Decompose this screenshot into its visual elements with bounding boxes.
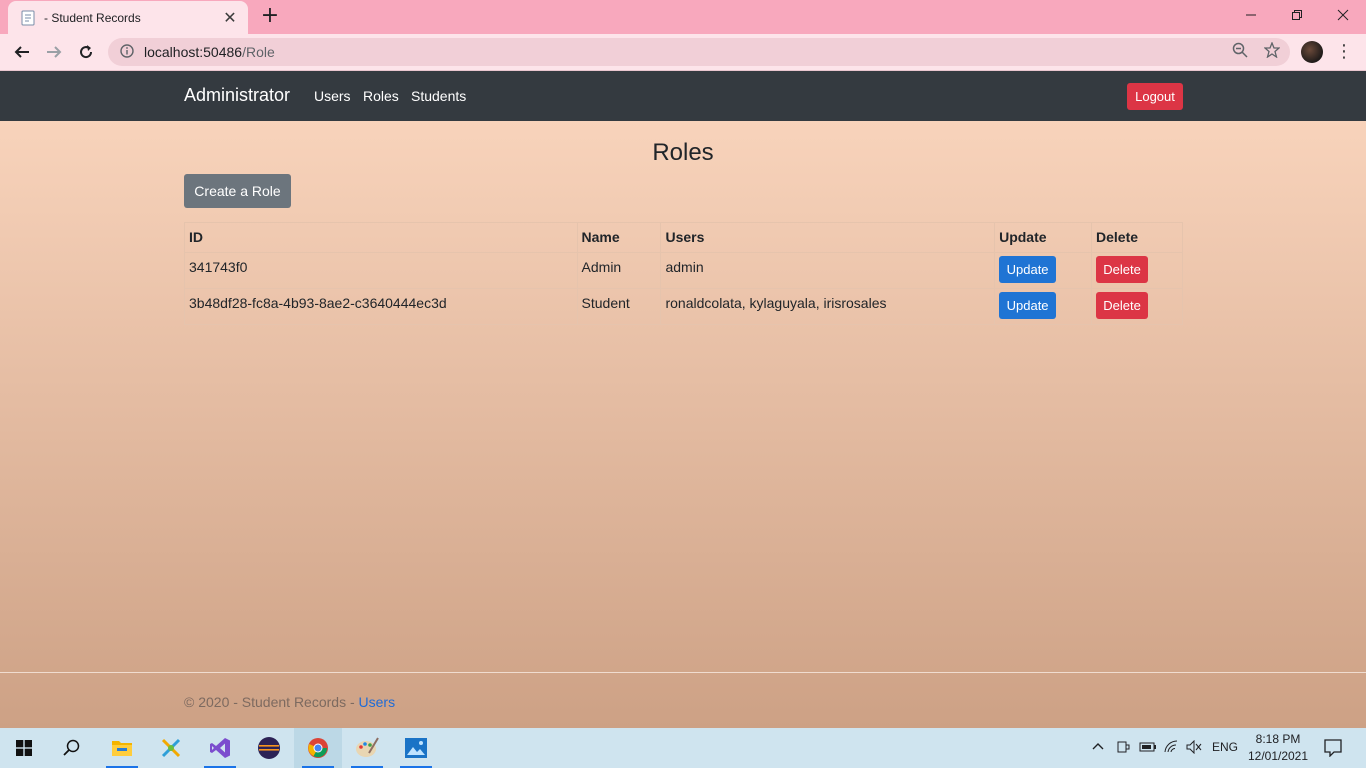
cell-delete: Delete bbox=[1091, 288, 1183, 325]
browser-tab-strip: - Student Records ✕ + bbox=[0, 0, 1366, 34]
back-arrow-icon[interactable] bbox=[8, 38, 36, 66]
device-icon[interactable] bbox=[1116, 740, 1130, 757]
visual-studio-icon[interactable] bbox=[196, 728, 244, 768]
footer: © 2020 - Student Records - Users bbox=[184, 694, 395, 710]
url-host: localhost:50486 bbox=[144, 44, 243, 60]
main-content: Roles Create a Role ID Name Users Update… bbox=[0, 121, 1366, 728]
close-window-icon[interactable] bbox=[1320, 0, 1366, 30]
update-button[interactable]: Update bbox=[999, 292, 1057, 319]
profile-avatar[interactable] bbox=[1301, 41, 1323, 63]
footer-divider bbox=[0, 672, 1366, 673]
bookmark-star-icon[interactable] bbox=[1262, 40, 1282, 60]
windows-taskbar: ENG 8:18 PM 12/01/2021 bbox=[0, 728, 1366, 768]
battery-icon[interactable] bbox=[1139, 740, 1157, 757]
restore-icon[interactable] bbox=[1274, 0, 1320, 30]
cell-delete: Delete bbox=[1091, 252, 1183, 289]
footer-text: © 2020 - Student Records - bbox=[184, 694, 359, 710]
browser-tab[interactable]: - Student Records ✕ bbox=[8, 1, 248, 34]
url-text[interactable]: localhost:50486/Role bbox=[144, 44, 275, 60]
column-header-delete: Delete bbox=[1091, 222, 1183, 253]
table-row: 341743f0 Admin admin Update Delete bbox=[184, 252, 1183, 289]
nav-link-users[interactable]: Users bbox=[314, 88, 351, 104]
cell-id: 3b48df28-fc8a-4b93-8ae2-c3640444ec3d bbox=[184, 288, 578, 325]
navbar-brand[interactable]: Administrator bbox=[184, 85, 290, 106]
reload-icon[interactable] bbox=[72, 38, 100, 66]
minimize-icon[interactable] bbox=[1228, 0, 1274, 30]
cell-name: Student bbox=[576, 288, 662, 325]
volume-muted-icon[interactable] bbox=[1186, 739, 1202, 757]
delete-button[interactable]: Delete bbox=[1096, 256, 1149, 283]
language-indicator[interactable]: ENG bbox=[1212, 740, 1238, 754]
zoom-icon[interactable] bbox=[1230, 40, 1250, 60]
page-icon bbox=[20, 10, 36, 26]
column-header-users: Users bbox=[660, 222, 996, 253]
cell-update: Update bbox=[994, 252, 1093, 289]
roles-table: ID Name Users Update Delete 341743f0 Adm… bbox=[184, 222, 1183, 325]
cell-id: 341743f0 bbox=[184, 252, 578, 289]
clock-date: 12/01/2021 bbox=[1247, 749, 1309, 763]
new-tab-icon[interactable]: + bbox=[258, 4, 282, 28]
photos-icon[interactable] bbox=[392, 728, 440, 768]
paint-icon[interactable] bbox=[343, 728, 391, 768]
cell-users: ronaldcolata, kylaguyala, irisrosales bbox=[660, 288, 996, 325]
browser-menu-icon[interactable]: ⋮ bbox=[1335, 42, 1353, 62]
tools-app-icon[interactable] bbox=[147, 728, 195, 768]
address-bar[interactable]: localhost:50486/Role bbox=[108, 38, 1290, 66]
tab-title: - Student Records bbox=[44, 10, 141, 25]
wifi-icon[interactable] bbox=[1164, 740, 1180, 757]
browser-toolbar: localhost:50486/Role bbox=[0, 34, 1366, 71]
url-path: /Role bbox=[242, 44, 275, 60]
info-icon[interactable] bbox=[120, 43, 134, 62]
table-row: 3b48df28-fc8a-4b93-8ae2-c3640444ec3d Stu… bbox=[184, 288, 1183, 325]
cell-name: Admin bbox=[576, 252, 662, 289]
create-role-button[interactable]: Create a Role bbox=[184, 174, 291, 208]
show-hidden-icons[interactable] bbox=[1092, 740, 1104, 755]
table-header-row: ID Name Users Update Delete bbox=[184, 222, 1183, 253]
chrome-icon[interactable] bbox=[294, 728, 342, 768]
cell-update: Update bbox=[994, 288, 1093, 325]
column-header-id: ID bbox=[184, 222, 578, 253]
notifications-icon[interactable] bbox=[1324, 739, 1342, 760]
logout-button[interactable]: Logout bbox=[1127, 83, 1183, 110]
page-title: Roles bbox=[652, 139, 714, 166]
eclipse-icon[interactable] bbox=[245, 728, 293, 768]
windows-start-icon[interactable] bbox=[0, 728, 48, 768]
footer-users-link[interactable]: Users bbox=[359, 694, 396, 710]
app-navbar: Administrator Users Roles Students Logou… bbox=[0, 71, 1366, 121]
close-tab-icon[interactable]: ✕ bbox=[222, 9, 238, 26]
clock-time: 8:18 PM bbox=[1255, 732, 1301, 746]
nav-link-students[interactable]: Students bbox=[411, 88, 466, 104]
clock[interactable]: 8:18 PM 12/01/2021 bbox=[1246, 731, 1310, 765]
delete-button[interactable]: Delete bbox=[1096, 292, 1149, 319]
file-explorer-icon[interactable] bbox=[98, 728, 146, 768]
search-icon[interactable] bbox=[48, 728, 96, 768]
column-header-update: Update bbox=[994, 222, 1093, 253]
forward-arrow-icon[interactable] bbox=[40, 38, 68, 66]
column-header-name: Name bbox=[576, 222, 662, 253]
nav-link-roles[interactable]: Roles bbox=[363, 88, 399, 104]
cell-users: admin bbox=[660, 252, 996, 289]
update-button[interactable]: Update bbox=[999, 256, 1057, 283]
